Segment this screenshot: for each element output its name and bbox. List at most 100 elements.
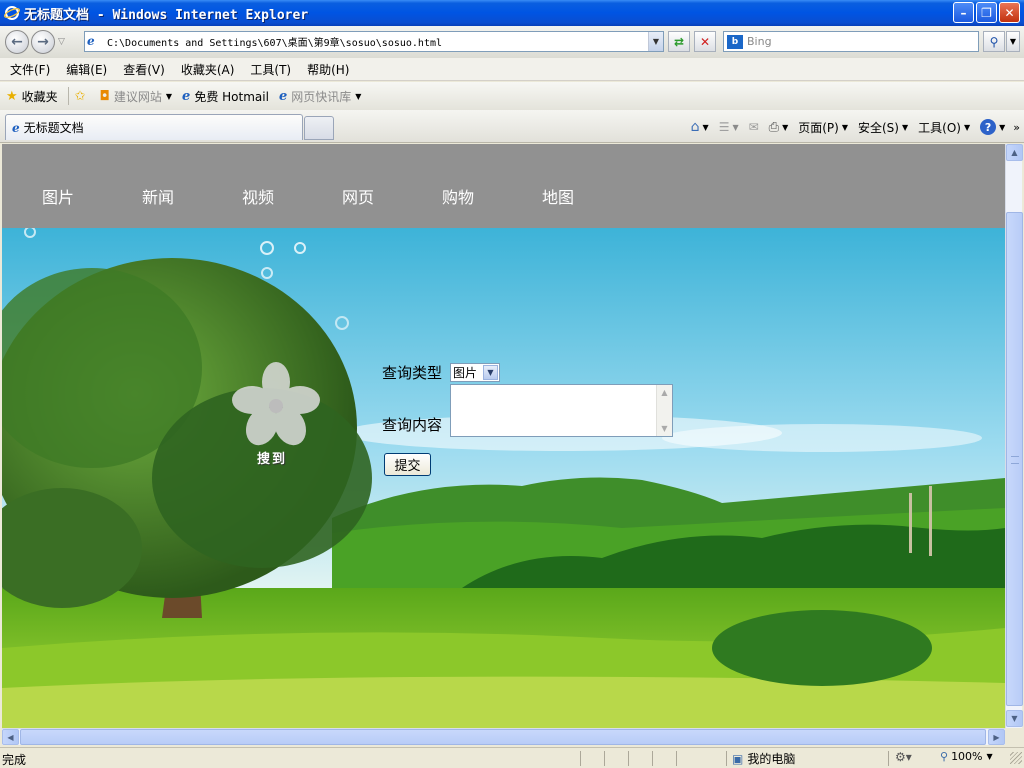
nav-link-web[interactable]: 网页 [342, 184, 374, 208]
address-bar[interactable]: e C:\Documents and Settings\607\桌面\第9章\s… [84, 31, 664, 52]
vertical-scrollbar[interactable]: ▲ ▼ [1005, 144, 1023, 728]
zoom-control[interactable]: ⚲ 100% ▼ [940, 750, 993, 763]
chevron-down-icon: ▼ [901, 122, 909, 132]
chevron-down-icon: ▼ [355, 91, 362, 101]
status-divider [580, 751, 581, 766]
stop-icon: ✕ [699, 34, 711, 49]
close-button[interactable]: ✕ [999, 2, 1020, 23]
query-type-select[interactable]: 图片 ▼ [450, 363, 500, 382]
feeds-button[interactable]: ☰ ▼ [719, 120, 739, 134]
query-content-textarea[interactable]: ▲ ▼ [450, 384, 673, 437]
horizontal-scroll-thumb[interactable] [20, 729, 986, 745]
page-ie-icon: e [87, 33, 95, 48]
scroll-up-button[interactable]: ▲ [1006, 144, 1023, 161]
search-button[interactable]: ⚲ [983, 31, 1005, 52]
chevron-down-icon: ▼ [165, 91, 173, 101]
safety-menu-button[interactable]: 安全(S) ▼ [858, 119, 908, 136]
tab-current-page[interactable]: e 无标题文档 [5, 114, 303, 140]
forward-arrow-icon: → [37, 34, 49, 50]
query-type-value: 图片 [453, 366, 478, 380]
status-bar: 完成 ▣ 我的电脑 ⚙▾ ⚲ 100% ▼ [0, 747, 1024, 768]
menu-view[interactable]: 查看(V) [117, 61, 171, 78]
favorites-separator [67, 87, 69, 105]
chevron-down-icon: ▼ [483, 365, 498, 380]
status-divider [888, 751, 889, 766]
tab-row: e 无标题文档 ⌂ ▼ ☰ ▼ ✉ ⎙ ▼ 页面(P) ▼ 安全(S) ▼ 工具… [0, 110, 1024, 143]
read-mail-button[interactable]: ✉ [749, 120, 759, 134]
submit-button[interactable]: 提交 [384, 453, 431, 476]
landscape-image [2, 228, 1005, 728]
hotmail-label: 免费 Hotmail [194, 89, 269, 104]
nav-link-news[interactable]: 新闻 [142, 184, 174, 208]
restore-button[interactable]: ❐ [976, 2, 997, 23]
tools-menu-label: 工具(O) [918, 120, 961, 135]
menu-tools[interactable]: 工具(T) [244, 61, 297, 78]
status-divider [604, 751, 605, 766]
menu-bar: 文件(F) 编辑(E) 查看(V) 收藏夹(A) 工具(T) 帮助(H) [0, 58, 1024, 81]
address-dropdown-icon[interactable]: ▼ [648, 32, 663, 51]
ie-page-icon: e [278, 88, 288, 104]
site-nav-bar: 图片 新闻 视频 网页 购物 地图 [2, 144, 1005, 228]
vertical-scroll-thumb[interactable] [1006, 212, 1023, 706]
mail-icon: ✉ [748, 120, 759, 134]
search-placeholder: Bing [747, 35, 772, 48]
nav-link-video[interactable]: 视频 [242, 184, 274, 208]
search-options-dropdown[interactable]: ▼ [1006, 31, 1020, 52]
new-tab-button[interactable] [304, 116, 334, 140]
textarea-scrollbar[interactable]: ▲ ▼ [656, 385, 672, 436]
star-icon: ★ [6, 88, 18, 104]
magnifier-icon: ⚲ [989, 34, 999, 49]
print-button[interactable]: ⎙ ▼ [769, 120, 789, 135]
help-menu-button[interactable]: ? ▼ [980, 119, 1005, 135]
window-title: 无标题文档 - Windows Internet Explorer [24, 7, 309, 23]
back-arrow-icon: ← [11, 34, 23, 50]
query-content-label: 查询内容 [382, 416, 443, 434]
menu-edit[interactable]: 编辑(E) [60, 61, 113, 78]
printer-icon: ⎙ [768, 119, 780, 135]
back-button[interactable]: ← [5, 30, 29, 54]
menu-help[interactable]: 帮助(H) [301, 61, 355, 78]
security-zone[interactable]: ▣ 我的电脑 [732, 750, 795, 767]
scroll-down-button[interactable]: ▼ [1006, 710, 1023, 727]
window-controls: – ❐ ✕ [953, 2, 1020, 23]
page-menu-button[interactable]: 页面(P) ▼ [798, 119, 848, 136]
status-divider [628, 751, 629, 766]
nav-link-images[interactable]: 图片 [42, 184, 74, 208]
stop-button[interactable]: ✕ [694, 31, 716, 52]
chevron-down-icon: ▼ [732, 122, 739, 132]
horizontal-scrollbar[interactable]: ◀ ▶ [2, 728, 1005, 745]
hotmail-link[interactable]: e 免费 Hotmail [182, 88, 269, 105]
add-favorite-button[interactable]: ✩ [75, 89, 90, 104]
ie-logo-icon [4, 6, 20, 20]
suggested-sites-link[interactable]: ◘ 建议网站 ▼ [100, 88, 172, 105]
search-input[interactable]: b Bing [723, 31, 979, 52]
chevron-down-icon: ▼ [782, 122, 789, 132]
forward-button[interactable]: → [31, 30, 55, 54]
home-button[interactable]: ⌂ ▼ [691, 119, 709, 135]
minimize-button[interactable]: – [953, 2, 974, 23]
search-provider-icon: b [727, 34, 743, 49]
nav-link-map[interactable]: 地图 [542, 184, 574, 208]
suggested-sites-icon: ◘ [99, 88, 110, 104]
address-url[interactable]: C:\Documents and Settings\607\桌面\第9章\sos… [107, 34, 648, 49]
web-slice-gallery-link[interactable]: e 网页快讯库 ▼ [279, 88, 361, 105]
status-divider [726, 751, 727, 766]
feed-icon: ☰ [718, 120, 730, 134]
history-dropdown-icon[interactable]: ▽ [58, 37, 65, 47]
protected-mode-icon[interactable]: ⚙▾ [895, 750, 912, 764]
refresh-button[interactable]: ⇄ [668, 31, 690, 52]
scroll-left-button[interactable]: ◀ [2, 729, 19, 745]
scroll-right-button[interactable]: ▶ [988, 729, 1005, 745]
scroll-up-icon: ▲ [661, 388, 668, 397]
add-to-favorites-icon: ✩ [74, 88, 86, 104]
tools-menu-button[interactable]: 工具(O) ▼ [918, 119, 970, 136]
favorites-button[interactable]: ★ 收藏夹 [6, 88, 58, 105]
more-commands-icon[interactable]: » [1013, 121, 1020, 134]
resize-grip[interactable] [1010, 752, 1022, 764]
menu-favorites[interactable]: 收藏夹(A) [175, 61, 241, 78]
title-bar: 无标题文档 - Windows Internet Explorer – ❐ ✕ [0, 0, 1024, 26]
nav-link-shopping[interactable]: 购物 [442, 184, 474, 208]
menu-file[interactable]: 文件(F) [4, 61, 56, 78]
web-slice-gallery-label: 网页快讯库 [291, 89, 352, 104]
refresh-icon: ⇄ [673, 34, 685, 49]
